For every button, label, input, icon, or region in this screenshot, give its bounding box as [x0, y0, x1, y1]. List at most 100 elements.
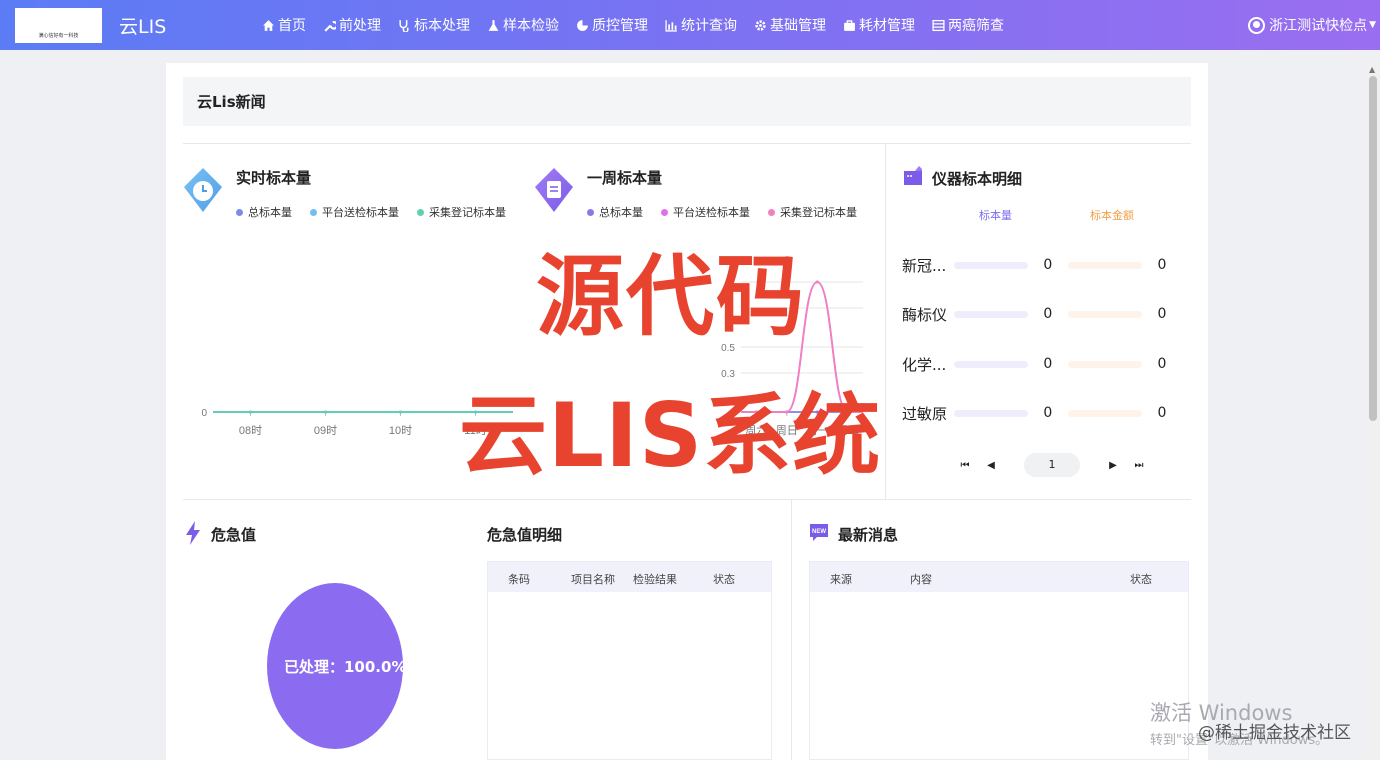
instrument-name: 过敏原: [902, 404, 948, 423]
news-bar[interactable]: 云Lis新闻: [183, 77, 1191, 126]
legend-item[interactable]: 平台送检标本量: [310, 204, 399, 220]
amount-bar: [1067, 261, 1142, 269]
next-page-icon[interactable]: ▶: [1106, 460, 1120, 471]
legend-dot: [417, 208, 424, 216]
caret-down-icon: ▼: [1369, 20, 1376, 30]
scroll-up-icon[interactable]: ▲: [1369, 65, 1375, 74]
user-menu[interactable]: 浙江测试快检点 ▼: [1248, 0, 1376, 50]
nav-item-home[interactable]: 首页: [262, 15, 306, 35]
count-bar: [953, 360, 1028, 368]
divider: [183, 499, 1191, 500]
new-badge-text: NEW: [812, 529, 826, 535]
current-page[interactable]: 1: [1024, 453, 1080, 477]
col-header: 内容: [910, 573, 932, 586]
x-tick-label: 08时: [239, 424, 262, 437]
nav-item-label: 前处理: [339, 18, 381, 34]
x-tick-label: 10时: [389, 424, 412, 437]
y-tick-label: 0: [201, 408, 207, 419]
logo[interactable]: 满心信好有一科技: [15, 8, 102, 43]
weekly-title: 一周标本量: [587, 169, 663, 187]
col-header: 条码: [508, 573, 530, 586]
amount-value: 0: [1157, 257, 1167, 273]
count-value: 0: [1043, 356, 1053, 372]
lightning-icon: [186, 521, 200, 545]
legend-dot: [768, 208, 775, 216]
site-watermark: @稀土掘金技术社区: [1198, 723, 1351, 743]
instrument-row[interactable]: 化学... 0 0: [902, 354, 1182, 374]
legend-label: 平台送检标本量: [322, 206, 399, 219]
scroll-thumb[interactable]: [1369, 76, 1377, 421]
col-header: 状态: [713, 573, 735, 586]
amount-bar: [1067, 409, 1142, 417]
nav-item-label: 样本检验: [503, 18, 559, 34]
instrument-row[interactable]: 酶标仪 0 0: [902, 304, 1182, 324]
clipboard-icon: [535, 168, 573, 212]
count-bar: [953, 261, 1028, 269]
main-nav: 首页 前处理 标本处理 样本检验 质控管理 统计查询 基础管理 耗材管理 两癌筛…: [262, 0, 1021, 50]
watermark-line1: 源代码: [536, 245, 807, 348]
realtime-title: 实时标本量: [236, 169, 312, 187]
count-value: 0: [1043, 306, 1053, 322]
legend-item[interactable]: 采集登记标本量: [417, 204, 506, 220]
legend-label: 采集登记标本量: [429, 206, 506, 219]
nav-item-label: 首页: [278, 18, 306, 34]
legend-label: 平台送检标本量: [673, 206, 750, 219]
critical-detail-table: 条码 项目名称 检验结果 状态: [487, 561, 772, 760]
nav-item-qc[interactable]: 质控管理: [576, 15, 648, 35]
legend-label: 采集登记标本量: [780, 206, 857, 219]
legend-item[interactable]: 总标本量: [587, 204, 643, 220]
nav-item-inspection[interactable]: 样本检验: [487, 15, 559, 35]
instrument-row[interactable]: 新冠... 0 0: [902, 255, 1182, 275]
nav-item-label: 两癌筛查: [948, 18, 1004, 34]
stethoscope-icon: [399, 19, 409, 32]
news-title: 云Lis新闻: [197, 93, 266, 111]
nav-item-consumables[interactable]: 耗材管理: [843, 15, 915, 35]
legend-item[interactable]: 平台送检标本量: [661, 204, 750, 220]
col-header: 项目名称: [571, 573, 615, 586]
instrument-row[interactable]: 过敏原 0 0: [902, 403, 1182, 423]
app-title: 云LIS: [119, 16, 167, 38]
legend-label: 总标本量: [599, 206, 643, 219]
instruments-title: 仪器标本明细: [932, 170, 1023, 188]
data-point: [249, 410, 252, 414]
logo-text: 满心信好有一科技: [38, 33, 79, 39]
user-name: 浙江测试快检点: [1269, 18, 1368, 34]
legend-item[interactable]: 总标本量: [236, 204, 292, 220]
col-count-header: 标本量: [979, 209, 1012, 222]
page-scrollbar[interactable]: ▲: [1366, 62, 1380, 760]
prev-page-icon[interactable]: ◀: [984, 460, 998, 471]
instrument-name: 化学...: [902, 355, 947, 374]
divider: [791, 499, 792, 760]
pie-label: 已处理：100.0%: [284, 658, 407, 676]
col-header: 状态: [1130, 573, 1152, 586]
nav-item-label: 基础管理: [770, 18, 826, 34]
instrument-name: 酶标仪: [902, 305, 948, 324]
col-header: 检验结果: [633, 573, 677, 586]
data-point: [399, 410, 402, 414]
amount-value: 0: [1157, 306, 1167, 322]
legend-dot: [310, 208, 317, 216]
legend-item[interactable]: 采集登记标本量: [768, 204, 857, 220]
last-page-icon[interactable]: ⏭: [1132, 460, 1146, 471]
count-bar: [953, 310, 1028, 318]
first-page-icon[interactable]: ⏮: [958, 460, 972, 471]
bar-chart-icon: [665, 19, 677, 32]
nav-item-label: 质控管理: [592, 18, 648, 34]
nav-item-screening[interactable]: 两癌筛查: [932, 15, 1004, 35]
top-navbar: 满心信好有一科技 云LIS 首页 前处理 标本处理 样本检验 质控管理 统计查询: [0, 0, 1380, 50]
realtime-legend: 总标本量 平台送检标本量 采集登记标本量: [236, 204, 524, 220]
nav-item-label: 统计查询: [681, 18, 737, 34]
col-header: 来源: [830, 573, 852, 586]
table-header: 条码 项目名称 检验结果 状态: [488, 562, 771, 592]
nav-item-basic[interactable]: 基础管理: [754, 15, 826, 35]
pie-icon: [577, 19, 588, 31]
data-point: [324, 410, 327, 414]
x-tick-label: 09时: [314, 424, 337, 437]
amount-value: 0: [1157, 405, 1167, 421]
data-point: [815, 280, 819, 284]
nav-item-preprocess[interactable]: 前处理: [323, 15, 381, 35]
nav-item-specimen[interactable]: 标本处理: [398, 15, 470, 35]
nav-item-stats[interactable]: 统计查询: [665, 15, 737, 35]
watermark-line2: 云LIS系统: [459, 384, 882, 487]
legend-dot: [587, 208, 594, 216]
